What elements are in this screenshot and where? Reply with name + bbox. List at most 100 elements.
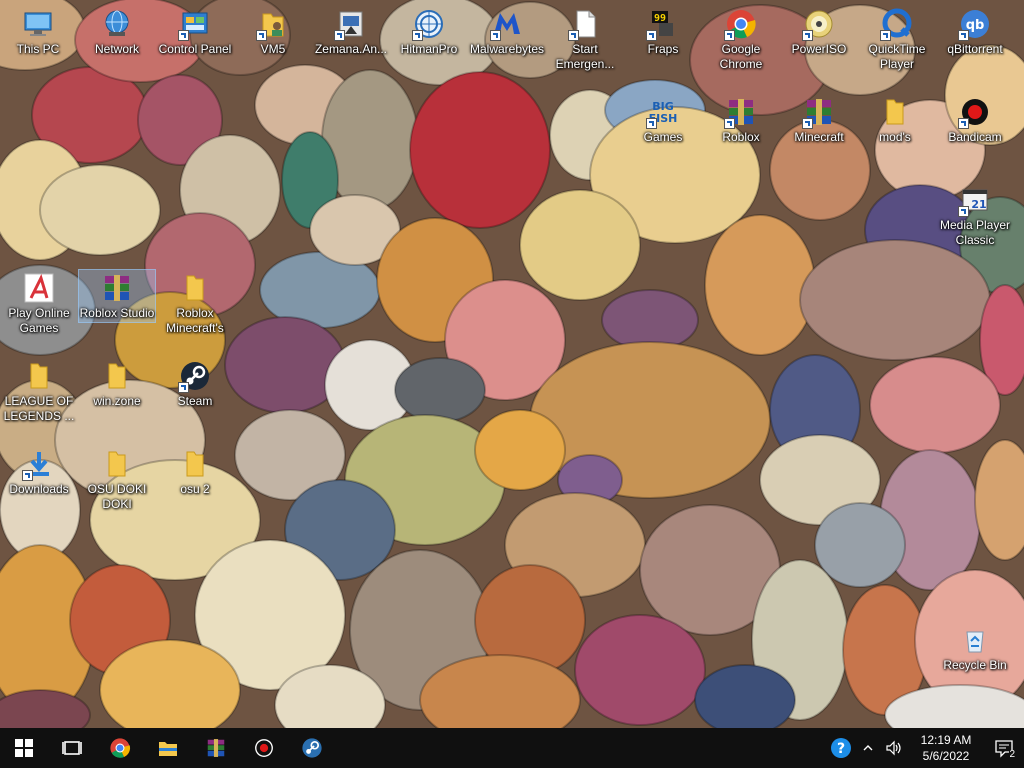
- desktop-icon-start-emergency[interactable]: Start Emergen...: [547, 6, 623, 72]
- taskbar-file-explorer-button[interactable]: [144, 728, 192, 768]
- fraps-icon: 99: [646, 8, 679, 41]
- shortcut-arrow-icon: [568, 30, 579, 41]
- shortcut-arrow-icon: [958, 30, 969, 41]
- desktop-icon-label: Play Online Games: [8, 306, 70, 335]
- desktop-icon-malwarebytes[interactable]: Malwarebytes: [469, 6, 545, 57]
- desktop-icon-label: Malwarebytes: [469, 42, 545, 56]
- desktop-icon-label: win.zone: [93, 394, 141, 408]
- document-icon: [568, 8, 601, 41]
- svg-text:21: 21: [971, 198, 986, 211]
- shortcut-arrow-icon: [334, 30, 345, 41]
- desktop-icon-label: Network: [94, 42, 139, 56]
- desktop-icon-mods[interactable]: mod's: [857, 94, 933, 145]
- downloads-icon: [22, 448, 55, 481]
- desktop-icon-steam[interactable]: Steam: [157, 358, 233, 409]
- show-hidden-icons-button[interactable]: [856, 728, 880, 768]
- desktop-icon-osu-2[interactable]: osu 2: [157, 446, 233, 497]
- desktop-icon-label: This PC: [16, 42, 60, 56]
- shortcut-arrow-icon: [178, 382, 189, 393]
- taskbar-bandicam-button[interactable]: [240, 728, 288, 768]
- desktop-icon-zemana[interactable]: Zemana.An...: [313, 6, 389, 57]
- malwarebytes-icon: [490, 8, 523, 41]
- taskbar-chrome-button[interactable]: [96, 728, 144, 768]
- desktop-icon-bandicam[interactable]: Bandicam: [937, 94, 1013, 145]
- shortcut-arrow-icon: [256, 30, 267, 41]
- desktop-icon-play-online-games[interactable]: Play Online Games: [1, 270, 77, 336]
- desktop-icon-label: LEAGUE OF LEGENDS ...: [3, 394, 75, 423]
- shortcut-arrow-icon: [490, 30, 501, 41]
- desktop-icon-label: qBittorrent: [947, 42, 1003, 56]
- desktop-icon-minecraft[interactable]: Minecraft: [781, 94, 857, 145]
- shortcut-arrow-icon: [412, 30, 423, 41]
- winrar-icon: [724, 96, 757, 129]
- folder-icon: [179, 272, 211, 304]
- notification-count-badge: 2: [1009, 749, 1015, 760]
- control-panel-icon: [178, 8, 211, 41]
- desktop-icon-roblox-studio[interactable]: Roblox Studio: [78, 269, 156, 323]
- taskbar-winrar-button[interactable]: [192, 728, 240, 768]
- desktop-icon-label: Start Emergen...: [555, 42, 615, 71]
- desktop-icon-label: Google Chrome: [719, 42, 763, 71]
- desktop-icon-control-panel[interactable]: Control Panel: [157, 6, 233, 57]
- desktop-icon-label: Steam: [177, 394, 213, 408]
- desktop-icon-games[interactable]: BIG FISH Games: [625, 94, 701, 145]
- desktop-icon-label: Roblox: [722, 130, 760, 144]
- bandicam-icon: [958, 96, 991, 129]
- folder-user-icon: [256, 8, 289, 41]
- desktop-icon-vm5[interactable]: VM5: [235, 6, 311, 57]
- desktop-icon-this-pc[interactable]: This PC: [0, 6, 76, 57]
- folder-icon: [179, 448, 211, 480]
- action-center-button[interactable]: 2: [984, 728, 1024, 768]
- desktop-icon-hitmanpro[interactable]: HitmanPro: [391, 6, 467, 57]
- shortcut-arrow-icon: [646, 118, 657, 129]
- zemana-installer-icon: [334, 8, 367, 41]
- shortcut-arrow-icon: [646, 30, 657, 41]
- desktop-icon-label: mod's: [879, 130, 911, 144]
- shortcut-arrow-icon: [958, 118, 969, 129]
- task-view-icon: [62, 741, 82, 755]
- shortcut-arrow-icon: [22, 470, 33, 481]
- chrome-icon: [724, 8, 757, 41]
- taskbar-steam-button[interactable]: [288, 728, 336, 768]
- clock[interactable]: 12:19 AM 5/6/2022: [908, 728, 984, 768]
- poweriso-icon: [802, 8, 835, 41]
- desktop-icon-google-chrome[interactable]: Google Chrome: [703, 6, 779, 72]
- desktop-icon-roblox[interactable]: Roblox: [703, 94, 779, 145]
- chevron-up-icon: [863, 745, 873, 751]
- play-online-icon: [23, 272, 55, 304]
- mpc-icon: 21: [958, 184, 991, 217]
- bandicam-icon: [255, 739, 273, 757]
- start-button[interactable]: [0, 728, 48, 768]
- desktop-icon-roblox-minecrafts[interactable]: Roblox Minecraft's: [157, 270, 233, 336]
- shortcut-arrow-icon: [724, 30, 735, 41]
- winrar-icon: [802, 96, 835, 129]
- shortcut-arrow-icon: [802, 30, 813, 41]
- desktop-icon-fraps[interactable]: 99 Fraps: [625, 6, 701, 57]
- desktop-icon-poweriso[interactable]: PowerISO: [781, 6, 857, 57]
- desktop-icon-label: Media Player Classic: [939, 218, 1011, 247]
- shortcut-arrow-icon: [724, 118, 735, 129]
- desktop-icon-label: Recycle Bin: [943, 658, 1007, 672]
- desktop-icon-label: OSU DOKI DOKI: [87, 482, 147, 511]
- help-button[interactable]: ?: [826, 728, 856, 768]
- desktop-icon-label: Roblox Minecraft's: [166, 306, 224, 335]
- desktop-icon-recycle-bin[interactable]: Recycle Bin: [937, 622, 1013, 673]
- qbittorrent-icon: qb: [958, 8, 991, 41]
- desktop-icon-league-of-legends[interactable]: LEAGUE OF LEGENDS ...: [1, 358, 77, 424]
- folder-icon: [879, 96, 911, 128]
- desktop-icon-quicktime[interactable]: QuickTime Player: [859, 6, 935, 72]
- desktop-icon-label: Minecraft: [794, 130, 844, 144]
- desktop-icon-win-zone[interactable]: win.zone: [79, 358, 155, 409]
- shortcut-arrow-icon: [802, 118, 813, 129]
- task-view-button[interactable]: [48, 728, 96, 768]
- desktop-icon-network[interactable]: Network: [79, 6, 155, 57]
- windows-start-icon: [15, 739, 33, 757]
- desktop-icon-osu-doki-doki[interactable]: OSU DOKI DOKI: [79, 446, 155, 512]
- winrar-icon: [207, 739, 225, 757]
- desktop-icon-media-player-classic[interactable]: 21 Media Player Classic: [937, 182, 1013, 248]
- system-tray: ? 12:19 AM 5/6/2022 2: [826, 728, 1024, 768]
- desktop-icon-downloads[interactable]: Downloads: [1, 446, 77, 497]
- volume-button[interactable]: [880, 728, 908, 768]
- desktop-icon-label: Control Panel: [158, 42, 232, 56]
- desktop-icon-qbittorrent[interactable]: qb qBittorrent: [937, 6, 1013, 57]
